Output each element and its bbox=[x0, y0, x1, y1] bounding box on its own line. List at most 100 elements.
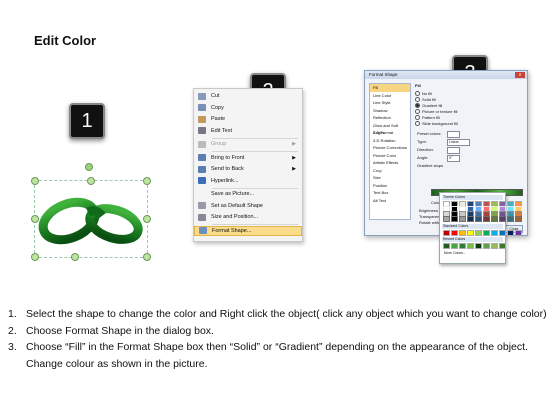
submenu-arrow-icon: ▶ bbox=[292, 141, 296, 147]
step-badge-1: 1 bbox=[69, 103, 105, 139]
gradient-stop-label: Brightness bbox=[419, 208, 438, 213]
nav-item-shadow[interactable]: Shadow bbox=[370, 107, 410, 115]
fill-option-radio[interactable]: Slide background fill bbox=[415, 121, 458, 126]
menu-item-hyperlink[interactable]: Hyperlink... bbox=[194, 176, 302, 186]
color-swatch[interactable] bbox=[451, 216, 458, 222]
nav-item-picture-color[interactable]: Picture Color bbox=[370, 152, 410, 160]
color-swatch[interactable] bbox=[451, 230, 458, 236]
color-swatch[interactable] bbox=[459, 230, 466, 236]
color-swatch[interactable] bbox=[443, 230, 450, 236]
submenu-arrow-icon: ▶ bbox=[292, 166, 296, 172]
step-text: Select the shape to change the color and… bbox=[26, 308, 547, 320]
color-swatch[interactable] bbox=[443, 243, 450, 249]
green-chain-shape[interactable] bbox=[36, 186, 146, 254]
color-swatch[interactable] bbox=[507, 230, 514, 236]
menu-item-group[interactable]: Group ▶ bbox=[194, 139, 302, 149]
nav-item-crop[interactable]: Crop bbox=[370, 167, 410, 175]
menu-item-label: Bring to Front bbox=[211, 154, 245, 161]
resize-handle[interactable] bbox=[71, 253, 79, 261]
nav-item-position[interactable]: Position bbox=[370, 182, 410, 190]
field-control[interactable]: Linear bbox=[447, 138, 470, 146]
field-label: Gradient stops bbox=[417, 163, 444, 168]
resize-handle[interactable] bbox=[143, 253, 151, 261]
color-swatch[interactable] bbox=[491, 216, 498, 222]
nav-item-line-style[interactable]: Line Style bbox=[370, 99, 410, 107]
resize-handle[interactable] bbox=[87, 177, 95, 185]
color-swatch[interactable] bbox=[499, 216, 506, 222]
nav-item-text-box[interactable]: Text Box bbox=[370, 189, 410, 197]
dialog-title: Format Shape bbox=[365, 71, 527, 79]
color-swatch[interactable] bbox=[515, 230, 522, 236]
radio-icon bbox=[415, 91, 420, 96]
menu-item-send-to-back[interactable]: Send to Back ▶ bbox=[194, 164, 302, 174]
nav-item-3-d-format[interactable]: 3-D Format bbox=[370, 129, 410, 137]
field-control[interactable]: 0° bbox=[447, 154, 460, 162]
color-swatch[interactable] bbox=[475, 243, 482, 249]
fill-option-radio[interactable]: Picture or texture fill bbox=[415, 109, 457, 114]
color-swatch[interactable] bbox=[467, 230, 474, 236]
radio-icon bbox=[415, 109, 420, 114]
fill-option-radio[interactable]: Pattern fill bbox=[415, 115, 440, 120]
rotate-handle[interactable] bbox=[85, 163, 93, 171]
color-swatch[interactable] bbox=[483, 216, 490, 222]
context-menu: Cut Copy Paste Edit Text Group ▶ Bring to Fron… bbox=[193, 88, 303, 242]
color-swatch[interactable] bbox=[451, 243, 458, 249]
menu-item-bring-to-front[interactable]: Bring to Front ▶ bbox=[194, 153, 302, 163]
color-swatch[interactable] bbox=[467, 243, 474, 249]
color-swatch[interactable] bbox=[507, 216, 514, 222]
color-swatch[interactable] bbox=[467, 216, 474, 222]
submenu-arrow-icon: ▶ bbox=[292, 154, 296, 161]
menu-item-cut[interactable]: Cut bbox=[194, 91, 302, 101]
resize-handle[interactable] bbox=[31, 253, 39, 261]
color-swatch[interactable] bbox=[483, 230, 490, 236]
resize-handle[interactable] bbox=[143, 177, 151, 185]
menu-item-size-and-position[interactable]: Size and Position... bbox=[194, 212, 302, 222]
more-colors-link[interactable]: More Colors... bbox=[444, 251, 466, 255]
color-swatch[interactable] bbox=[475, 230, 482, 236]
field-control[interactable] bbox=[447, 146, 460, 154]
menu-item-format-shape[interactable]: Format Shape... bbox=[194, 225, 302, 236]
color-swatch[interactable] bbox=[491, 243, 498, 249]
nav-item-picture-corrections[interactable]: Picture Corrections bbox=[370, 144, 410, 152]
radio-icon bbox=[415, 103, 420, 108]
color-swatch[interactable] bbox=[499, 230, 506, 236]
color-swatch[interactable] bbox=[515, 216, 522, 222]
nav-item-size[interactable]: Size bbox=[370, 174, 410, 182]
fill-option-radio[interactable]: Gradient fill bbox=[415, 103, 442, 108]
color-swatch[interactable] bbox=[499, 243, 506, 249]
color-swatch[interactable] bbox=[443, 216, 450, 222]
nav-item-artistic-effects[interactable]: Artistic Effects bbox=[370, 159, 410, 167]
page-title: Edit Color bbox=[34, 33, 97, 48]
nav-item-fill[interactable]: Fill bbox=[370, 84, 410, 92]
menu-item-paste[interactable]: Paste bbox=[194, 114, 302, 124]
menu-item-save-as-picture[interactable]: Save as Picture... bbox=[194, 189, 302, 199]
step-item: 1. Select the shape to change the color a… bbox=[8, 306, 548, 323]
hyperlink-icon bbox=[198, 177, 206, 184]
fill-option-radio[interactable]: No fill bbox=[415, 91, 432, 96]
close-icon[interactable]: ✕ bbox=[515, 72, 525, 78]
nav-item-line-color[interactable]: Line Color bbox=[370, 92, 410, 100]
nav-item-reflection[interactable]: Reflection bbox=[370, 114, 410, 122]
resize-handle[interactable] bbox=[31, 177, 39, 185]
menu-item-set-as-default-shape[interactable]: Set as Default Shape bbox=[194, 201, 302, 211]
nav-item-3-d-rotation[interactable]: 3-D Rotation bbox=[370, 137, 410, 145]
fill-option-radio[interactable]: Solid fill bbox=[415, 97, 436, 102]
fill-option-label: Gradient fill bbox=[422, 103, 443, 108]
field-control[interactable] bbox=[447, 130, 460, 138]
paste-icon bbox=[198, 115, 206, 123]
send-back-icon bbox=[198, 165, 206, 173]
color-swatch[interactable] bbox=[459, 243, 466, 249]
menu-item-label: Set as Default Shape bbox=[211, 202, 263, 209]
color-swatch[interactable] bbox=[491, 230, 498, 236]
color-swatch[interactable] bbox=[483, 243, 490, 249]
nav-item-glow-and-soft-edges[interactable]: Glow and Soft Edges bbox=[370, 122, 410, 136]
menu-item-label: Group bbox=[211, 141, 227, 147]
recent-colors-header: Recent Colors bbox=[442, 237, 503, 242]
nav-item-alt-text[interactable]: Alt Text bbox=[370, 197, 410, 205]
step-text: Choose “Fill” in the Format Shape box th… bbox=[26, 341, 528, 370]
menu-item-edit-text[interactable]: Edit Text bbox=[194, 126, 302, 136]
menu-item-label: Paste bbox=[211, 116, 226, 122]
menu-item-copy[interactable]: Copy bbox=[194, 103, 302, 113]
color-swatch[interactable] bbox=[459, 216, 466, 222]
color-swatch[interactable] bbox=[475, 216, 482, 222]
